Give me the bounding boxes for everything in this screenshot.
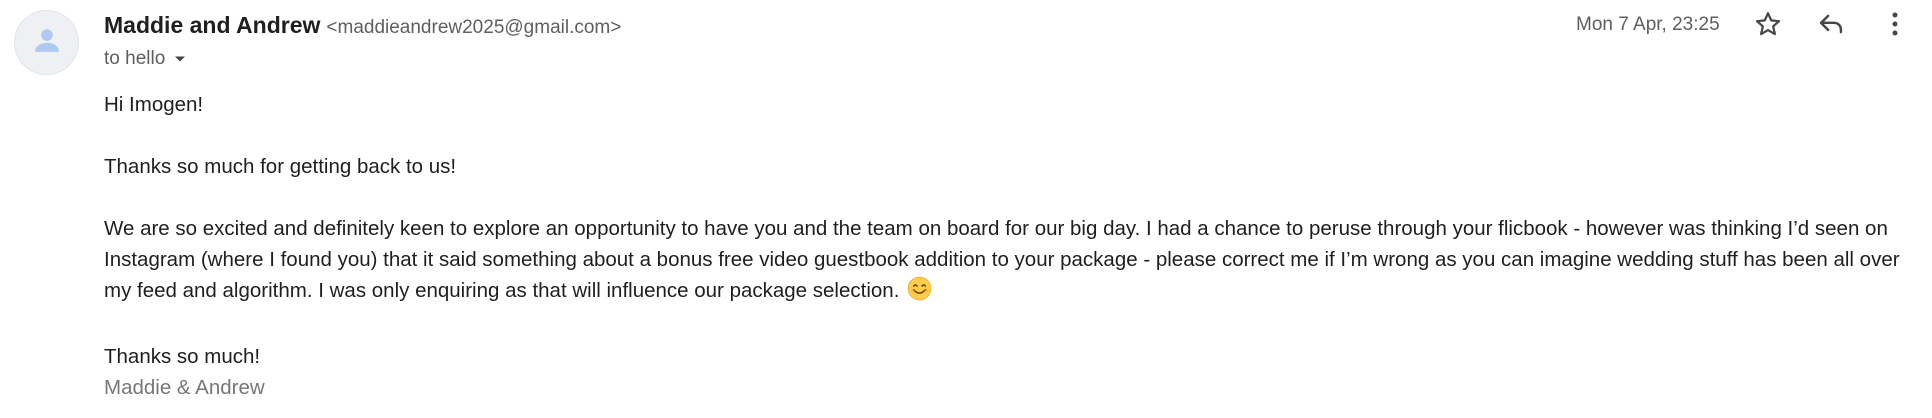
reply-button[interactable] — [1811, 6, 1851, 46]
more-vert-icon — [1883, 10, 1907, 43]
caret-down-icon[interactable] — [173, 52, 187, 66]
recipient-details-toggle[interactable]: to hello — [104, 46, 187, 72]
body-paragraph: Thanks so much for getting back to us! — [104, 155, 457, 178]
sender-avatar[interactable] — [14, 10, 79, 75]
email-message: Maddie and Andrew <maddieandrew2025@gmai… — [0, 0, 1932, 418]
star-icon — [1754, 10, 1782, 43]
greeting-line: Hi Imogen! — [104, 93, 204, 116]
closing-line: Thanks so much! — [104, 345, 261, 368]
message-date: Mon 7 Apr, 23:25 — [1576, 14, 1720, 35]
person-icon — [32, 25, 62, 60]
sender-email: <maddieandrew2025@gmail.com> — [326, 17, 622, 38]
star-button[interactable] — [1748, 6, 1788, 46]
recipient-label: to hello — [104, 48, 166, 69]
message-body: Hi Imogen! Thanks so much for getting ba… — [104, 89, 1904, 403]
smiling-face-icon — [907, 276, 932, 310]
signature: Maddie & Andrew — [104, 376, 265, 399]
sender-name[interactable]: Maddie and Andrew — [104, 12, 320, 39]
body-paragraph: We are so excited and definitely keen to… — [104, 213, 1904, 310]
reply-icon — [1817, 10, 1845, 43]
more-options-button[interactable] — [1875, 6, 1915, 46]
message-header: Maddie and Andrew <maddieandrew2025@gmai… — [104, 12, 621, 42]
body-paragraph-text: We are so excited and definitely keen to… — [104, 217, 1900, 302]
